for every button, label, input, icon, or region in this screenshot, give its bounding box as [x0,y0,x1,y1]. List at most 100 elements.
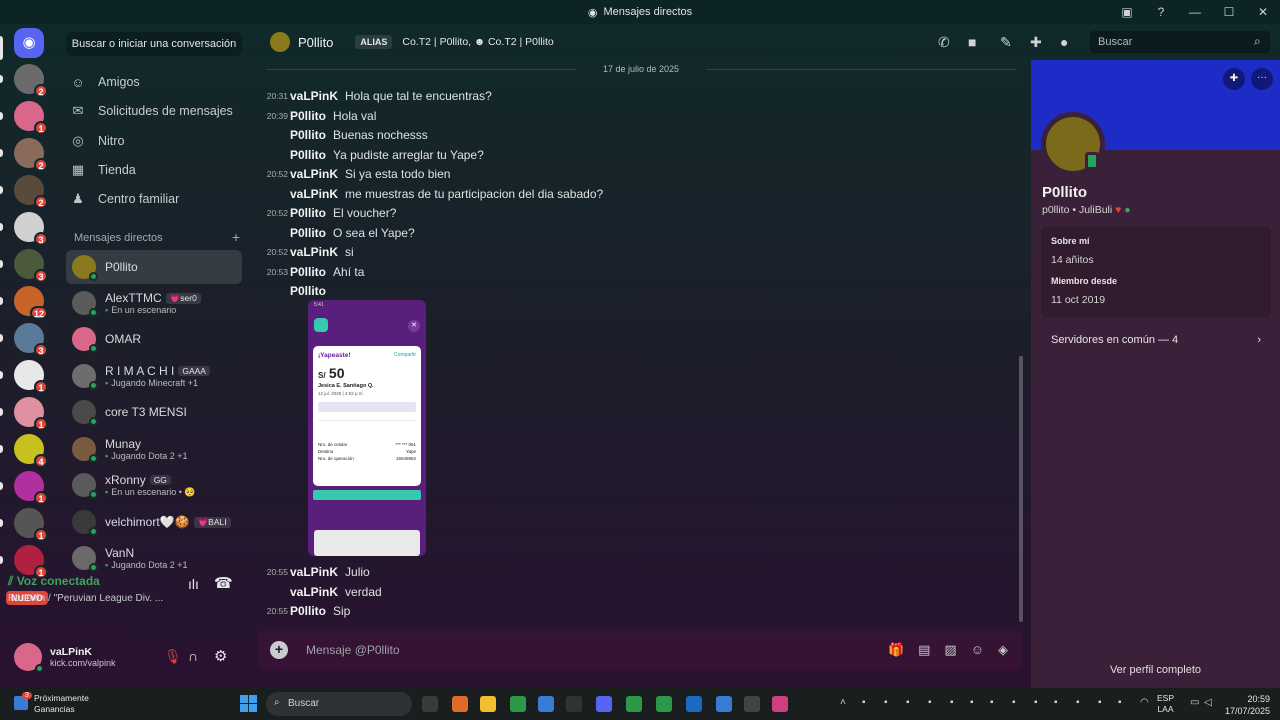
taskbar-app-icon[interactable] [716,696,732,712]
server-icon[interactable]: 4 [14,434,48,468]
emoji-icon[interactable]: ☺ [971,642,984,658]
image-attachment[interactable]: 5:41 ✕ ¡Yapeaste! Compartir S/ 50 Jesica… [308,300,426,556]
video-icon[interactable]: ■ [968,34,976,50]
mute-icon[interactable]: 🎙 [164,648,182,665]
taskbar-app-icon[interactable] [422,696,438,712]
tray-icon[interactable]: ▪ [1054,697,1058,708]
server-icon[interactable]: 1 [14,508,48,542]
message-author[interactable]: vaLPinK [290,565,338,579]
message-row[interactable]: 20:53 P0llito Ahí ta [256,263,365,281]
message-author[interactable]: P0llito [290,226,326,240]
tray-icon[interactable]: ▪ [884,697,888,708]
tray-icon[interactable]: ▪ [928,697,932,708]
tray-icon[interactable]: ▪ [1098,697,1102,708]
sticker-icon[interactable]: ▨ [944,642,956,658]
taskbar-app-icon[interactable] [510,696,526,712]
dm-item[interactable]: AlexTTMC 💗ser0 ▪ En un escenario [66,286,242,320]
maximize-button[interactable]: ☐ [1212,5,1246,19]
minimize-button[interactable]: — [1178,5,1212,19]
start-button[interactable] [240,695,257,712]
network-icon[interactable]: ▭ [1190,697,1199,708]
message-row[interactable]: P0llito O sea el Yape? [256,224,415,242]
server-icon[interactable]: 12 [14,286,48,320]
search-input[interactable]: Buscar [1090,31,1270,53]
message-row[interactable]: P0llito Ya pudiste arreglar tu Yape? [256,146,484,164]
wifi-icon[interactable]: ◠ [1140,697,1149,708]
tray-icon[interactable]: ▪ [950,697,954,708]
server-icon[interactable]: 2 [14,175,48,209]
message-row[interactable]: 20:39 P0llito Hola val [256,107,377,125]
server-icon[interactable]: 1 [14,360,48,394]
server-icon[interactable]: 3 [14,212,48,246]
server-icon[interactable]: 1 [14,471,48,505]
voice-channel[interactable]: Reunión / "Peruvian League Div. ... [8,593,240,604]
server-icon[interactable]: 1 [14,397,48,431]
message-row[interactable]: 20:55 vaLPinK Julio [256,563,370,581]
dm-item[interactable]: xRonny GG ▪ En un escenario • 🥺 [66,468,242,502]
taskbar-app-icon[interactable] [480,696,496,712]
nav-item-centro[interactable]: ♟ Centro familiar [70,186,179,212]
message-author[interactable]: P0llito [290,206,326,220]
attach-button[interactable]: + [270,641,288,659]
settings-icon[interactable]: ⚙ [214,647,227,665]
dm-item[interactable]: R I M A C H I GAAA ▪ Jugando Minecraft +1 [66,359,242,393]
dm-item[interactable]: core T3 MENSI [66,395,242,429]
taskbar-app-icon[interactable] [538,696,554,712]
chevron-up-icon[interactable]: ˄ [840,697,846,708]
taskbar-app-icon[interactable] [744,696,760,712]
more-icon[interactable]: ··· [1251,68,1273,90]
nav-item-nitro[interactable]: ◎ Nitro [70,128,124,154]
message-author[interactable]: vaLPinK [290,167,338,181]
dm-item[interactable]: VanN ▪ Jugando Dota 2 +1 [66,541,242,575]
server-icon[interactable]: 2 [14,64,48,98]
server-icon[interactable]: 1 [14,101,48,135]
message-row[interactable]: 20:52 vaLPinK si [256,243,354,261]
server-icon[interactable]: 3 [14,249,48,283]
tray-icon[interactable]: ▪ [1034,697,1038,708]
discord-home-button[interactable]: ◉ [14,28,44,58]
tray-icon[interactable]: ▪ [1076,697,1080,708]
pin-icon[interactable]: ✎ [1000,34,1012,51]
message-row[interactable]: P0llito Buenas nochesss [256,126,428,144]
nav-item-tienda[interactable]: ▦ Tienda [70,157,136,183]
tray-icon[interactable]: ▪ [990,697,994,708]
dm-item[interactable]: velchimort🤍🍪 💗BALI [66,505,242,539]
taskbar-app-icon[interactable] [566,696,582,712]
find-conversation-button[interactable]: Buscar o iniciar una conversación [66,32,242,56]
tray-icon[interactable]: ▪ [906,697,910,708]
server-icon[interactable]: 3 [14,323,48,357]
message-author[interactable]: P0llito [290,128,326,142]
message-author[interactable]: P0llito [290,109,326,123]
dm-item[interactable]: OMAR [66,322,242,356]
add-friend-icon[interactable]: ✚ [1223,68,1245,90]
close-button[interactable]: ✕ [1246,5,1280,19]
message-author[interactable]: vaLPinK [290,585,338,599]
nav-item-amigos[interactable]: ☺ Amigos [70,69,139,95]
taskbar-app-icon[interactable] [596,696,612,712]
message-author[interactable]: vaLPinK [290,187,338,201]
message-author[interactable]: P0llito [290,284,326,298]
taskbar-app-icon[interactable] [772,696,788,712]
add-friend-icon[interactable]: ✚ [1030,34,1042,51]
message-row[interactable]: P0llito [256,282,333,300]
message-input[interactable]: Mensaje @P0llito [306,643,400,657]
profile-icon[interactable]: ● [1060,34,1068,50]
help-icon[interactable]: ? [1144,5,1178,19]
server-icon[interactable]: 1 [14,545,48,579]
tray-icon[interactable]: ▪ [1012,697,1016,708]
view-full-profile[interactable]: Ver perfil completo [1031,664,1280,676]
inbox-icon[interactable]: ▣ [1110,5,1144,19]
message-row[interactable]: vaLPinK me muestras de tu participacion d… [256,185,603,203]
mutual-servers[interactable]: Servidores en común — 4 › [1041,326,1271,354]
dm-item[interactable]: Munay ▪ Jugando Dota 2 +1 [66,432,242,466]
message-author[interactable]: vaLPinK [290,89,338,103]
taskbar-search[interactable]: Buscar [266,692,412,716]
gif-icon[interactable]: ▤ [918,642,930,658]
activities-icon[interactable]: ◈ [998,642,1008,658]
volume-icon[interactable]: ◁ [1204,697,1212,708]
clock[interactable]: 20:59 17/07/2025 [1225,693,1270,717]
message-author[interactable]: vaLPinK [290,245,338,259]
message-row[interactable]: 20:31 vaLPinK Hola que tal te encuentras? [256,87,492,105]
gift-icon[interactable]: 🎁 [888,642,904,658]
tray-icon[interactable]: ▪ [1118,697,1122,708]
